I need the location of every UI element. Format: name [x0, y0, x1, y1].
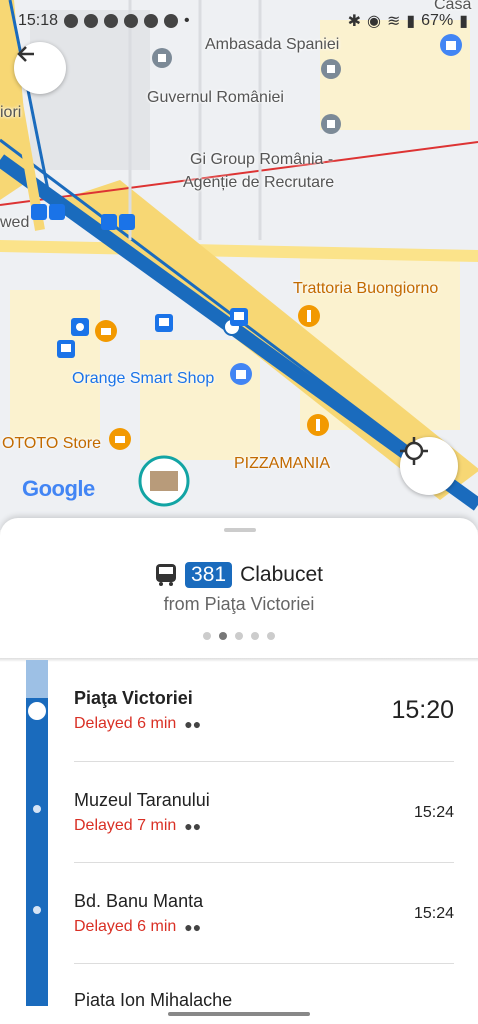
- messenger-icon: [84, 14, 99, 28]
- back-button[interactable]: [14, 42, 66, 94]
- stop-row[interactable]: Piaţa Victoriei Delayed 6 min ●● 15:20: [74, 688, 454, 733]
- landmark-pin-icon[interactable]: [151, 47, 173, 75]
- map-label-casa[interactable]: Casa: [434, 0, 471, 14]
- stop-row[interactable]: Piata Ion Mihalache: [74, 990, 454, 1011]
- page-dot: [251, 632, 259, 640]
- map-label-ambasada[interactable]: Ambasada Spaniei: [205, 36, 339, 54]
- cafe-pin-icon[interactable]: [108, 427, 132, 459]
- facebook-icon: [104, 14, 119, 28]
- delay-status: Delayed 6 min ●●: [74, 918, 454, 936]
- header-divider: [0, 658, 478, 662]
- route-destination: Clabucet: [240, 563, 323, 586]
- page-dot-active: [219, 632, 227, 640]
- crowd-level-icon: ●●: [184, 716, 202, 732]
- museum-photo-pin-icon[interactable]: [138, 455, 190, 513]
- stop-marker: [33, 906, 41, 914]
- page-dot: [203, 632, 211, 640]
- map-label-wed: wed: [0, 214, 30, 231]
- battery-icon: ▮: [459, 13, 468, 30]
- whatsapp-icon: [64, 14, 79, 28]
- stop-row[interactable]: Bd. Banu Manta Delayed 6 min ●● 15:24: [74, 891, 454, 936]
- signal-icon: ▮: [406, 13, 416, 30]
- google-logo: Google: [22, 476, 95, 502]
- map-label-orange-shop[interactable]: Orange Smart Shop: [72, 370, 214, 388]
- bluetooth-icon: ✱: [347, 13, 361, 30]
- stop-time: 15:24: [413, 905, 454, 922]
- restaurant-pin-icon[interactable]: [297, 304, 321, 336]
- row-separator: [74, 963, 454, 964]
- stop-time: 15:24: [413, 804, 454, 821]
- map-label-trattoria[interactable]: Trattoria Buongiorno: [293, 280, 438, 298]
- bus-stop-icon[interactable]: [31, 204, 65, 220]
- route-header: 381 Clabucet: [0, 562, 478, 588]
- bus-stop-icon[interactable]: [230, 308, 248, 326]
- crowd-level-icon: ●●: [184, 818, 202, 834]
- stop-marker: [33, 805, 41, 813]
- map-label-ototo[interactable]: OTOTO Store: [2, 435, 101, 453]
- page-dot: [267, 632, 275, 640]
- delay-text: Delayed 6 min: [74, 918, 177, 935]
- battery-percent: 67%: [421, 12, 454, 29]
- map-label-iori: iori: [0, 104, 22, 121]
- route-number-badge: 381: [185, 562, 233, 588]
- row-separator: [74, 761, 454, 762]
- cafe-pin-icon[interactable]: [94, 319, 118, 351]
- arrow-back-icon: [17, 46, 34, 62]
- delay-text: Delayed 6 min: [74, 715, 177, 732]
- page-indicator: [0, 632, 478, 640]
- status-bar: 15:18 • ✱ ◉ ≋ ▮ 67% ▮: [18, 8, 468, 34]
- status-time: 15:18: [18, 12, 59, 29]
- landmark-pin-icon[interactable]: [320, 113, 342, 141]
- bus-icon: [156, 564, 177, 586]
- delay-text: Delayed 7 min: [74, 817, 177, 834]
- shopping-pin-icon[interactable]: [439, 33, 463, 65]
- location-icon: ◉: [366, 13, 381, 30]
- map-label-gigroup-1[interactable]: Gi Group România -: [190, 151, 333, 169]
- facebook-icon: [144, 14, 159, 28]
- current-stop-marker: [28, 702, 46, 720]
- restaurant-pin-icon[interactable]: [306, 413, 330, 445]
- transit-line-sheet[interactable]: 381 Clabucet from Piaţa Victoriei Piaţa …: [0, 518, 478, 1024]
- facebook-icon: [124, 14, 139, 28]
- route-origin: from Piaţa Victoriei: [163, 594, 315, 614]
- wifi-icon: ≋: [386, 13, 401, 30]
- map-label-pizzamania[interactable]: PIZZAMANIA: [234, 455, 330, 473]
- google-logo-text: Google: [22, 476, 95, 501]
- bus-stop-icon[interactable]: [101, 214, 135, 230]
- map-view[interactable]: 15:18 • ✱ ◉ ≋ ▮ 67% ▮ Ambasada Spaniei G…: [0, 0, 478, 530]
- page-dot: [235, 632, 243, 640]
- stop-name: Bd. Banu Manta: [74, 891, 204, 911]
- my-location-icon: [400, 437, 428, 465]
- landmark-pin-icon[interactable]: [320, 58, 342, 86]
- stop-row[interactable]: Muzeul Taranului Delayed 7 min ●● 15:24: [74, 790, 454, 835]
- stop-name: Muzeul Taranului: [74, 790, 210, 810]
- map-label-gigroup-2[interactable]: Agenție de Recrutare: [183, 174, 334, 192]
- bike-share-icon[interactable]: [71, 318, 89, 336]
- drag-handle[interactable]: [224, 528, 256, 532]
- row-separator: [74, 862, 454, 863]
- crowd-level-icon: ●●: [184, 919, 202, 935]
- route-line-passed: [26, 660, 48, 698]
- more-notifications-icon: •: [184, 12, 190, 29]
- stop-name: Piata Ion Mihalache: [74, 990, 233, 1010]
- shopping-pin-icon[interactable]: [229, 362, 253, 394]
- facebook-icon: [164, 14, 179, 28]
- stop-time: 15:20: [391, 696, 454, 724]
- delay-status: Delayed 7 min ●●: [74, 817, 454, 835]
- gesture-nav-bar[interactable]: [168, 1012, 310, 1016]
- bus-stop-icon[interactable]: [155, 314, 173, 332]
- my-location-button[interactable]: [400, 437, 458, 495]
- bus-stop-icon[interactable]: [57, 340, 75, 358]
- map-label-guvernul[interactable]: Guvernul României: [147, 89, 284, 107]
